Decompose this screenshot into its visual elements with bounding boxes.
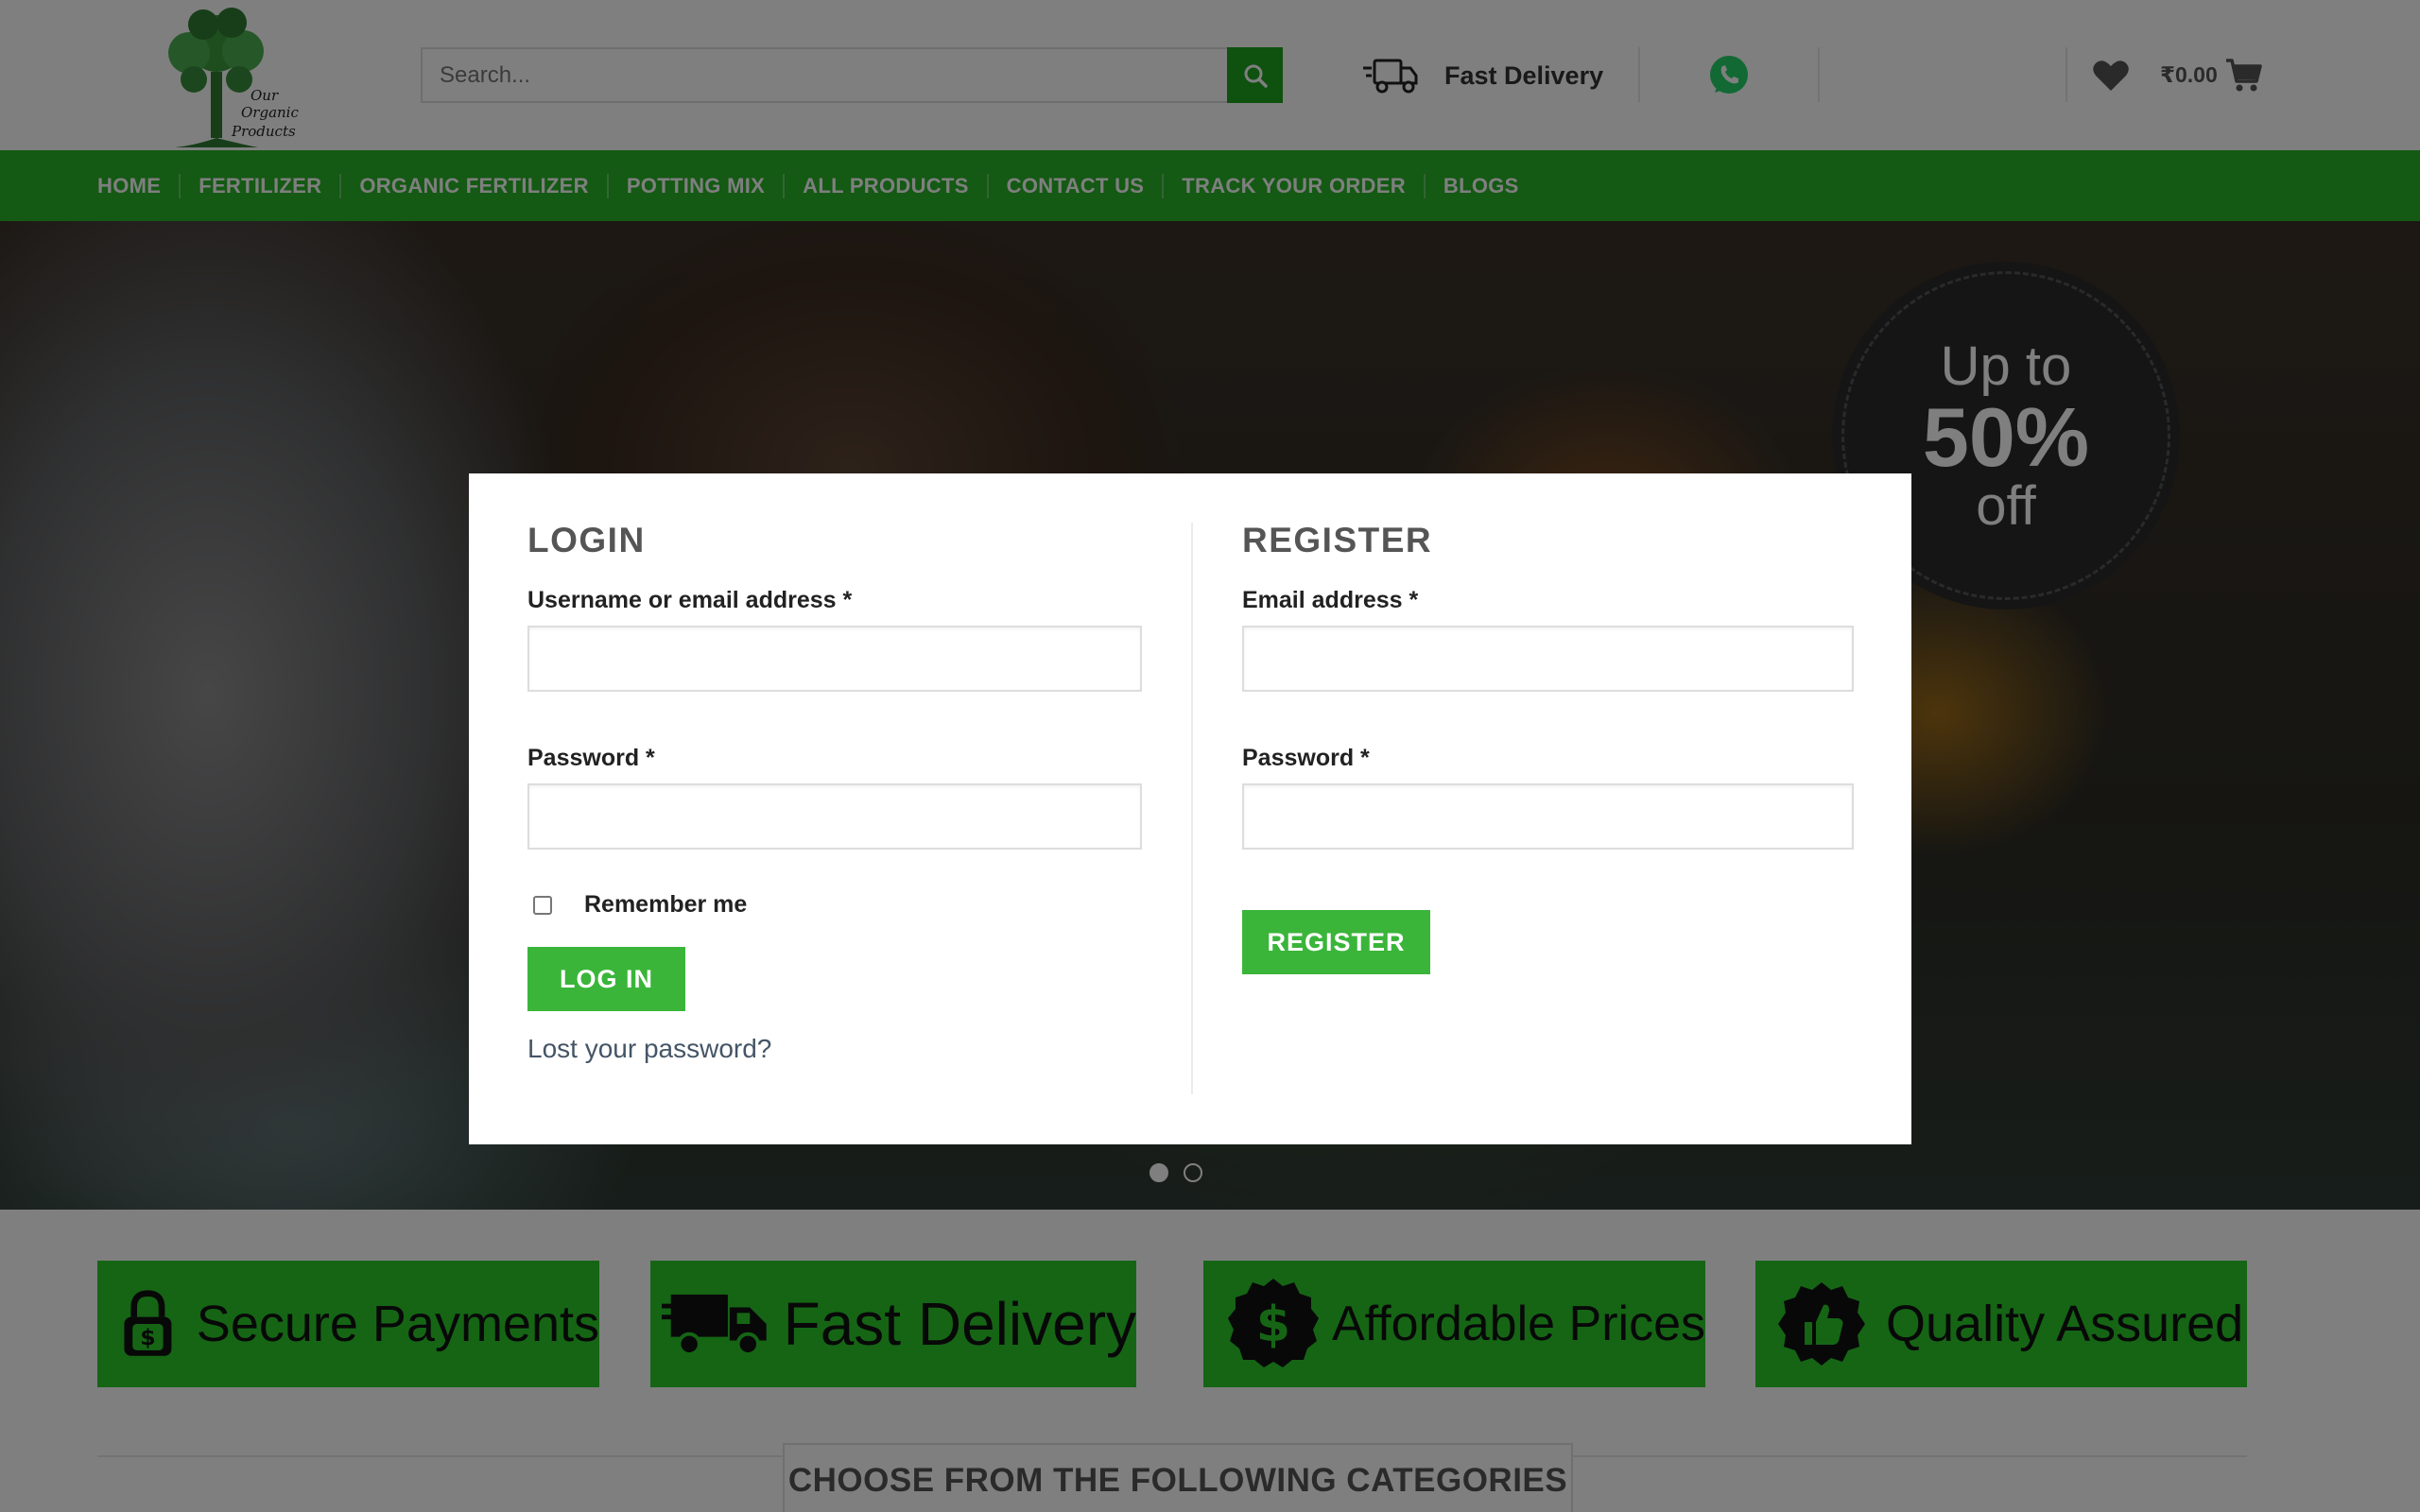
modal-column-divider — [1191, 523, 1193, 1094]
login-form: LOGIN Username or email address * Passwo… — [527, 521, 1142, 1064]
username-field[interactable] — [527, 626, 1142, 692]
register-email-field[interactable] — [1242, 626, 1854, 692]
login-password-field[interactable] — [527, 783, 1142, 850]
register-password-field[interactable] — [1242, 783, 1854, 850]
lost-password-link[interactable]: Lost your password? — [527, 1034, 1142, 1064]
remember-me-checkbox[interactable] — [533, 895, 552, 915]
register-password-label: Password * — [1242, 745, 1370, 771]
login-password-label: Password * — [527, 745, 655, 771]
login-button[interactable]: LOG IN — [527, 947, 685, 1011]
login-title: LOGIN — [527, 521, 646, 559]
register-form: REGISTER Email address * Password * REGI… — [1242, 521, 1854, 974]
username-label: Username or email address * — [527, 587, 853, 613]
remember-me-label[interactable]: Remember me — [584, 891, 747, 919]
register-button[interactable]: REGISTER — [1242, 910, 1430, 974]
account-modal: LOGIN Username or email address * Passwo… — [469, 473, 1911, 1144]
register-title: REGISTER — [1242, 521, 1433, 559]
remember-me-row: Remember me — [527, 891, 1142, 919]
register-email-label: Email address * — [1242, 587, 1419, 613]
